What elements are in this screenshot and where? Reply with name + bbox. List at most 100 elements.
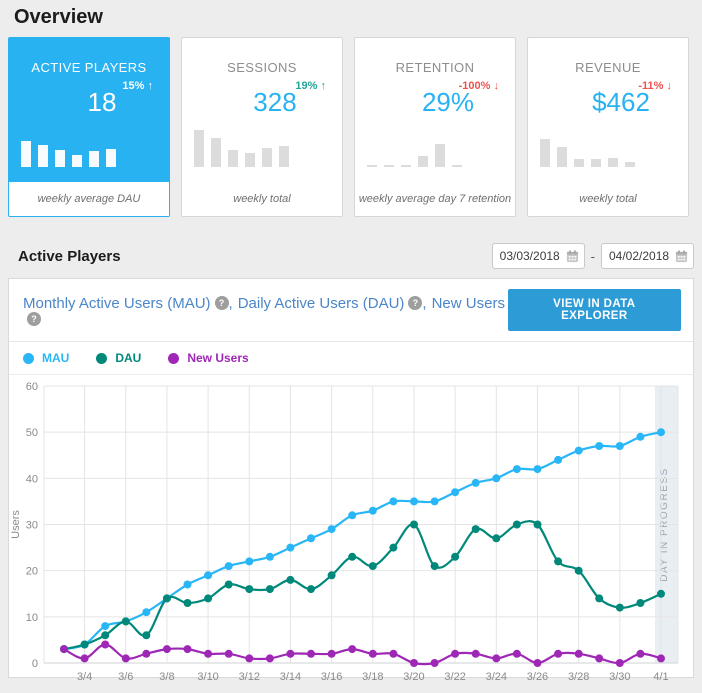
series-line-dau bbox=[64, 521, 661, 649]
data-point bbox=[534, 521, 542, 529]
legend-dot bbox=[23, 353, 34, 364]
chart-svg: DAY IN PROGRESS01020304050603/43/63/83/1… bbox=[9, 375, 693, 688]
stat-card-sessions[interactable]: SESSIONS 19% ↑ 328 weekly total bbox=[181, 37, 343, 217]
y-axis-label: Users bbox=[10, 510, 22, 539]
chart-title-new-users: New Users bbox=[432, 295, 505, 312]
data-point bbox=[616, 659, 624, 667]
mini-bar bbox=[625, 162, 635, 167]
data-point bbox=[286, 544, 294, 552]
data-point bbox=[451, 650, 459, 658]
legend-item-dau[interactable]: DAU bbox=[96, 351, 141, 365]
chart-title-dau: Daily Active Users (DAU) bbox=[238, 295, 405, 312]
stat-cards-row: ACTIVE PLAYERS 15% ↑ 18 weekly average D… bbox=[8, 37, 694, 217]
help-icon[interactable]: ? bbox=[408, 296, 422, 310]
chart-legend: MAU DAU New Users bbox=[9, 342, 693, 375]
x-tick-label: 3/4 bbox=[77, 671, 92, 683]
data-point bbox=[410, 659, 418, 667]
data-point bbox=[369, 562, 377, 570]
date-range: - bbox=[492, 243, 694, 269]
data-point bbox=[492, 654, 500, 662]
data-point bbox=[410, 521, 418, 529]
mini-bar bbox=[591, 159, 601, 167]
data-point bbox=[431, 659, 439, 667]
data-point bbox=[204, 571, 212, 579]
calendar-icon[interactable] bbox=[675, 250, 688, 263]
calendar-icon[interactable] bbox=[566, 250, 579, 263]
data-point bbox=[657, 590, 665, 598]
mini-bar bbox=[72, 155, 82, 167]
stat-card-retention[interactable]: RETENTION -100% ↓ 29% weekly average day… bbox=[354, 37, 516, 217]
help-icon[interactable]: ? bbox=[27, 312, 41, 326]
data-point bbox=[636, 433, 644, 441]
data-point bbox=[492, 474, 500, 482]
data-point bbox=[307, 650, 315, 658]
mini-bar bbox=[245, 153, 255, 167]
data-point bbox=[101, 622, 109, 630]
mini-bar bbox=[106, 149, 116, 167]
stat-card-revenue[interactable]: REVENUE -11% ↓ $462 weekly total bbox=[527, 37, 689, 217]
mini-bar bbox=[401, 165, 411, 167]
data-point bbox=[575, 650, 583, 658]
data-point bbox=[184, 599, 192, 607]
data-point bbox=[328, 571, 336, 579]
help-icon[interactable]: ? bbox=[215, 296, 229, 310]
date-separator: - bbox=[591, 249, 595, 264]
data-point bbox=[534, 659, 542, 667]
page-title: Overview bbox=[14, 6, 694, 29]
data-point bbox=[101, 631, 109, 639]
card-mini-bars bbox=[540, 127, 680, 167]
date-end-input[interactable] bbox=[609, 249, 675, 263]
data-point bbox=[204, 650, 212, 658]
x-tick-label: 3/20 bbox=[403, 671, 424, 683]
data-point bbox=[472, 479, 480, 487]
data-point bbox=[616, 442, 624, 450]
data-point bbox=[348, 553, 356, 561]
card-mini-bars bbox=[367, 127, 507, 167]
data-point bbox=[616, 604, 624, 612]
chart-title-mau: Monthly Active Users (MAU) bbox=[23, 295, 211, 312]
data-point bbox=[513, 650, 521, 658]
mini-bar bbox=[435, 144, 445, 167]
mini-bar bbox=[38, 145, 48, 167]
data-point bbox=[163, 645, 171, 653]
data-point bbox=[492, 534, 500, 542]
data-point bbox=[266, 654, 274, 662]
data-point bbox=[60, 645, 68, 653]
data-point bbox=[657, 654, 665, 662]
mini-bar bbox=[55, 150, 65, 167]
data-point bbox=[245, 557, 253, 565]
mini-bar bbox=[452, 165, 462, 167]
date-start-input[interactable] bbox=[500, 249, 566, 263]
card-value: $462 bbox=[528, 88, 688, 116]
mini-bar bbox=[194, 130, 204, 167]
mini-bar bbox=[384, 165, 394, 167]
legend-item-new-users[interactable]: New Users bbox=[168, 351, 248, 365]
data-point bbox=[286, 650, 294, 658]
date-end-picker[interactable] bbox=[601, 243, 694, 269]
card-value: 18 bbox=[9, 88, 169, 116]
y-tick-label: 60 bbox=[26, 381, 38, 393]
card-title: SESSIONS bbox=[182, 60, 342, 75]
data-point bbox=[554, 650, 562, 658]
x-tick-label: 3/30 bbox=[609, 671, 630, 683]
data-point bbox=[554, 456, 562, 464]
data-point bbox=[142, 650, 150, 658]
data-point bbox=[225, 562, 233, 570]
data-point bbox=[142, 608, 150, 616]
legend-item-mau[interactable]: MAU bbox=[23, 351, 69, 365]
view-in-data-explorer-button[interactable]: VIEW IN DATA EXPLORER bbox=[508, 289, 681, 331]
mini-bar bbox=[279, 146, 289, 167]
mini-bar bbox=[262, 148, 272, 167]
data-point bbox=[348, 511, 356, 519]
legend-dot bbox=[96, 353, 107, 364]
mini-bar bbox=[574, 159, 584, 167]
data-point bbox=[472, 525, 480, 533]
x-tick-label: 3/8 bbox=[159, 671, 174, 683]
stat-card-active-players[interactable]: ACTIVE PLAYERS 15% ↑ 18 weekly average D… bbox=[8, 37, 170, 217]
card-top: RETENTION -100% ↓ 29% bbox=[355, 38, 515, 182]
data-point bbox=[513, 465, 521, 473]
chart-title: Monthly Active Users (MAU) ? , Daily Act… bbox=[23, 295, 508, 326]
date-start-picker[interactable] bbox=[492, 243, 585, 269]
x-tick-label: 3/10 bbox=[197, 671, 218, 683]
data-point bbox=[245, 585, 253, 593]
